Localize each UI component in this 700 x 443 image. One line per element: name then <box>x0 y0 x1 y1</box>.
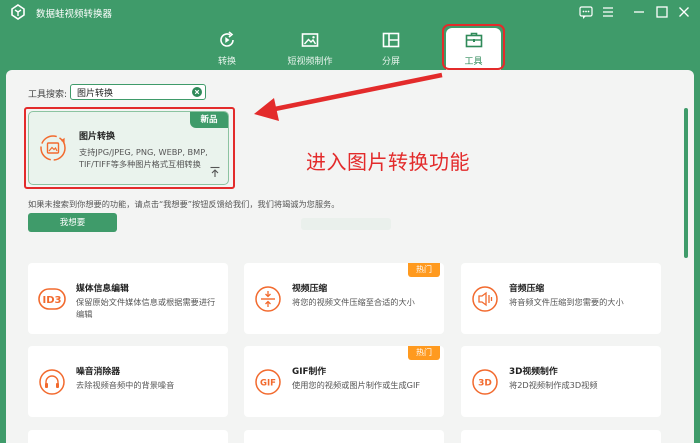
tools-panel: 工具搜索: 新品 图片转换 支持JPG/JPEG, PNG, WEBP, BMP… <box>6 70 694 443</box>
tool-card-media-info[interactable]: ID3 媒体信息编辑 保留原始文件媒体信息或根据需要进行编辑 <box>28 263 228 334</box>
tool-card-noise-remover[interactable]: 噪音消除器 去除视频音频中的背景噪音 <box>28 346 228 417</box>
tool-title: 媒体信息编辑 <box>76 284 129 294</box>
tool-title: GIF制作 <box>292 367 327 377</box>
id3-icon: ID3 <box>38 288 66 310</box>
play-refresh-icon <box>220 31 234 47</box>
tool-title: 3D视频制作 <box>509 367 558 377</box>
tool-card-partial <box>461 430 661 443</box>
tool-description: 将您的视频文件压缩至合适的大小 <box>292 297 415 307</box>
tool-card-audio-compress[interactable]: 音频压缩 将音频文件压缩到您需要的大小 <box>461 263 661 334</box>
compress-icon <box>255 286 281 312</box>
image-frame-icon <box>301 33 319 47</box>
search-label: 工具搜索: <box>28 90 68 100</box>
tab-convert[interactable]: 转换 <box>200 28 254 70</box>
tool-description: 保留原始文件媒体信息或根据需要进行编辑 <box>76 297 216 319</box>
audio-compress-icon <box>472 286 498 312</box>
tool-card-3d-maker[interactable]: 3D 3D视频制作 将2D视频制作成3D视频 <box>461 346 661 417</box>
scrollbar[interactable] <box>684 108 688 258</box>
search-box <box>70 84 206 100</box>
main-nav: 转换 短视频制作 分屏 工具 <box>0 24 700 70</box>
tab-split-screen[interactable]: 分屏 <box>364 28 418 70</box>
app-title: 数据蛙视频转换器 <box>36 9 113 20</box>
i-want-button[interactable]: 我想要 <box>28 213 117 232</box>
maximize-icon[interactable] <box>654 4 670 20</box>
svg-text:ID3: ID3 <box>43 295 62 306</box>
gif-icon: GIF <box>255 369 281 395</box>
menu-icon[interactable] <box>600 4 616 20</box>
title-bar: 数据蛙视频转换器 <box>0 0 700 24</box>
tool-title: 音频压缩 <box>509 284 545 294</box>
feedback-icon[interactable] <box>578 4 594 20</box>
annotation-text: 进入图片转换功能 <box>306 150 470 174</box>
tool-description: 将音频文件压缩到您需要的大小 <box>509 297 624 307</box>
clear-search-icon[interactable] <box>192 87 202 97</box>
tool-description: 使用您的视频或图片制作或生成GIF <box>292 380 421 390</box>
feedback-notice: 如果未搜索到你想要的功能，请点击“我想要”按钮反馈给我们，我们将竭诚为您服务。 <box>28 199 340 209</box>
tab-label: 转换 <box>217 57 236 67</box>
tab-short-video[interactable]: 短视频制作 <box>280 28 340 70</box>
tool-title: 视频压缩 <box>292 284 328 294</box>
app-logo-icon <box>11 4 25 20</box>
svg-text:GIF: GIF <box>260 379 276 389</box>
headphones-icon <box>39 369 65 395</box>
tools-tab-highlight <box>442 24 505 70</box>
tool-description: 将2D视频制作成3D视频 <box>509 380 598 390</box>
svg-text:3D: 3D <box>478 379 492 389</box>
3d-icon: 3D <box>472 369 498 395</box>
search-input[interactable] <box>77 86 187 98</box>
tool-card-partial <box>28 430 228 443</box>
hot-badge: 热门 <box>408 346 440 360</box>
tool-title: 噪音消除器 <box>76 367 120 377</box>
split-screen-icon <box>382 32 400 48</box>
hot-badge: 热门 <box>408 263 440 277</box>
result-highlight <box>24 107 235 189</box>
tab-label: 短视频制作 <box>287 57 333 67</box>
minimize-icon[interactable] <box>631 4 647 20</box>
tool-card-partial <box>244 430 444 443</box>
tab-label: 分屏 <box>381 57 400 67</box>
close-icon[interactable] <box>676 4 692 20</box>
tool-card-gif-maker[interactable]: 热门 GIF GIF制作 使用您的视频或图片制作或生成GIF <box>244 346 444 417</box>
faint-placeholder <box>301 218 391 230</box>
tool-description: 去除视频音频中的背景噪音 <box>76 380 175 390</box>
tool-card-video-compress[interactable]: 热门 视频压缩 将您的视频文件压缩至合适的大小 <box>244 263 444 334</box>
